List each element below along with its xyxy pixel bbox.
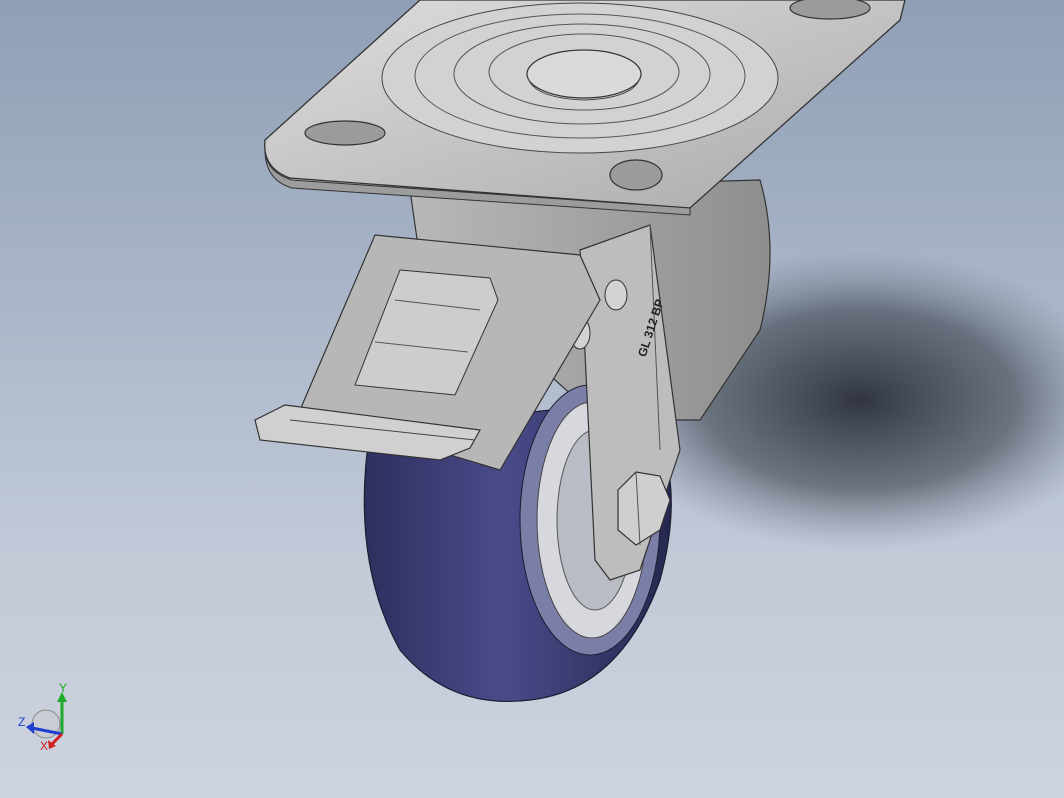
- mounting-slot-right-top[interactable]: [789, 0, 871, 20]
- kingpin-boss[interactable]: [526, 49, 642, 99]
- z-axis-label: Z: [18, 715, 25, 729]
- orientation-triad[interactable]: Y Z X: [14, 680, 74, 752]
- z-axis-arrow: [26, 722, 34, 734]
- mounting-slot-left[interactable]: [304, 120, 386, 146]
- y-axis-label: Y: [59, 681, 67, 695]
- rivet-upper: [604, 279, 628, 311]
- caster-model-view[interactable]: GL 312 BP: [0, 0, 1064, 798]
- x-axis-label: X: [40, 739, 48, 752]
- mounting-hole-front[interactable]: [609, 159, 663, 191]
- graphics-viewport[interactable]: GL 312 BP Y Z X: [0, 0, 1064, 798]
